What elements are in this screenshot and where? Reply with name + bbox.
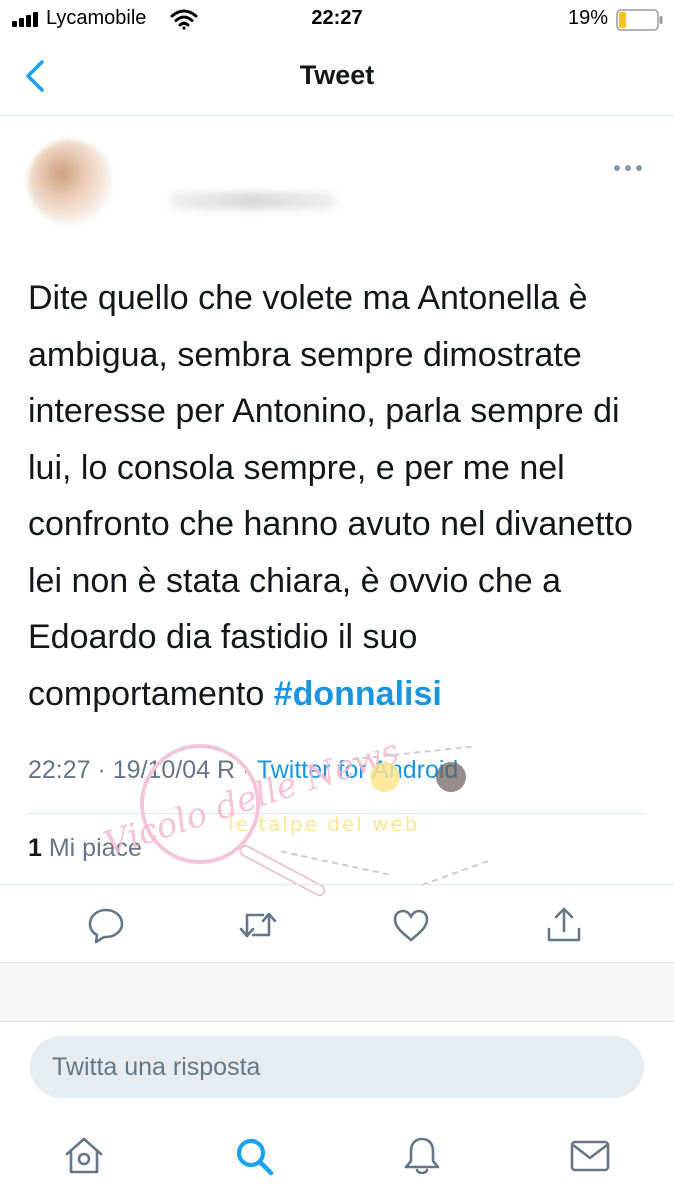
battery-icon <box>616 9 663 31</box>
likes-label: Mi piace <box>41 834 142 862</box>
tweet-text: Dite quello che volete ma Antonella è am… <box>28 270 658 722</box>
more-dot-icon <box>614 165 620 171</box>
home-icon[interactable] <box>62 1134 106 1178</box>
tweet-timestamp: 22:27 · 19/10/04 R · <box>28 756 257 784</box>
watermark-banner-text: le talpe del web <box>228 812 420 836</box>
search-icon[interactable] <box>232 1134 276 1178</box>
tweet-source-link[interactable]: Twitter for Android <box>257 756 458 784</box>
reply-icon[interactable] <box>86 905 126 945</box>
more-options-button[interactable] <box>612 158 644 178</box>
page-title: Tweet <box>299 60 375 90</box>
share-icon[interactable] <box>544 905 584 945</box>
watermark-script-text: Vicolo delle News <box>99 731 405 865</box>
likes-count[interactable]: 1 Mi piace <box>28 834 142 863</box>
messages-icon[interactable] <box>568 1134 612 1178</box>
reply-bar <box>0 1022 674 1118</box>
like-icon[interactable] <box>391 905 431 945</box>
dashed-line <box>421 860 489 886</box>
tweet-body: Dite quello che volete ma Antonella è am… <box>28 279 633 713</box>
avatar[interactable] <box>28 140 112 224</box>
battery-fill <box>619 12 626 28</box>
reply-input[interactable] <box>30 1036 644 1098</box>
navigation-bar: Tweet <box>0 40 674 116</box>
status-bar: Lycamobile 22:27 19% <box>0 0 674 40</box>
section-separator <box>0 962 674 1022</box>
notifications-icon[interactable] <box>400 1134 444 1178</box>
tab-bar <box>0 1118 674 1200</box>
tweet-actions <box>0 884 674 962</box>
battery-percent: 19% <box>568 7 609 29</box>
hashtag-link[interactable]: #donnalisi <box>274 675 442 713</box>
dashed-line <box>280 850 390 876</box>
more-dot-icon <box>625 165 631 171</box>
divider <box>28 813 646 814</box>
likes-number: 1 <box>28 834 42 862</box>
tweet-meta: 22:27 · 19/10/04 R · Twitter for Android <box>28 756 458 785</box>
more-dot-icon <box>636 165 642 171</box>
author-name-redacted[interactable] <box>168 192 338 210</box>
retweet-icon[interactable] <box>238 905 278 945</box>
